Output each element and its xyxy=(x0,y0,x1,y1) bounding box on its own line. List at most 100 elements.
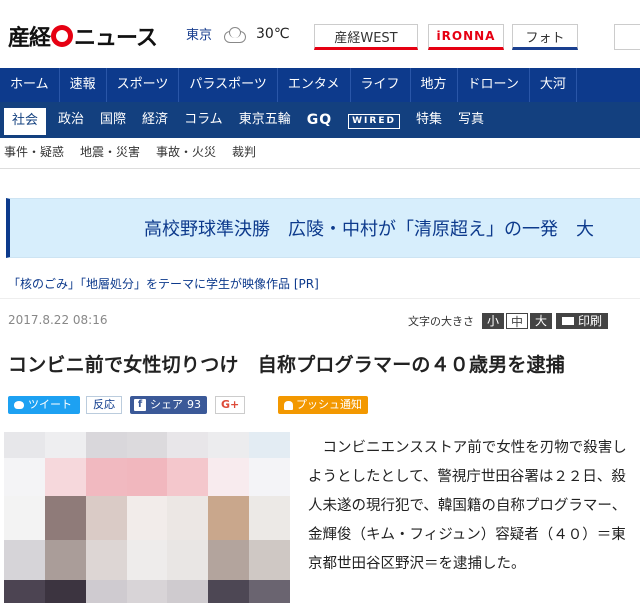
photo-link[interactable]: フォト xyxy=(512,24,578,50)
facebook-icon: f xyxy=(134,399,146,411)
mosaic-tile xyxy=(126,540,168,580)
mosaic-tile xyxy=(126,580,168,603)
article-photo-mosaic[interactable] xyxy=(4,432,290,603)
nav-item-economy[interactable]: 経済 xyxy=(134,102,176,135)
mosaic-tile xyxy=(4,496,45,540)
mosaic-tile xyxy=(167,540,209,580)
tweet-label: ツイート xyxy=(28,398,72,411)
divider xyxy=(0,298,640,299)
nav-item-drone[interactable]: ドローン xyxy=(458,68,530,102)
article-headline: コンビニ前で女性切りつけ 自称プログラマーの４０歳男を逮捕 xyxy=(8,354,565,376)
nav-item-society[interactable]: 社会 xyxy=(4,108,47,135)
nav-item-features[interactable]: 特集 xyxy=(408,102,450,135)
sankei-west-link[interactable]: 産経WEST xyxy=(314,24,418,50)
subnav-item-incidents[interactable]: 事件・疑惑 xyxy=(0,141,76,168)
nav-item-entertainment[interactable]: エンタメ xyxy=(278,68,351,102)
facebook-share-button[interactable]: f シェア 93 xyxy=(130,396,207,414)
tweet-button[interactable]: ツイート xyxy=(8,396,80,414)
push-notification-button[interactable]: プッシュ通知 xyxy=(278,396,368,414)
secondary-nav: 社会 政治 国際 経済 コラム 東京五輪 GQ WIRED 特集 写真 xyxy=(0,102,640,138)
weather-city: 東京 xyxy=(186,28,213,43)
nav-item-breaking[interactable]: 速報 xyxy=(60,68,107,102)
mosaic-tile xyxy=(44,580,86,603)
mosaic-tile xyxy=(44,540,86,580)
subnav-item-accidents[interactable]: 事故・火災 xyxy=(152,141,228,168)
subnav-item-disasters[interactable]: 地震・災害 xyxy=(76,141,152,168)
headline-banner[interactable]: 高校野球準決勝 広陵・中村が「清原超え」の一発 大 xyxy=(6,198,640,258)
weather-widget[interactable]: 東京 30℃ xyxy=(186,24,290,44)
weather-temperature: 30℃ xyxy=(256,25,290,42)
print-label: 印刷 xyxy=(578,314,603,328)
nav-item-politics[interactable]: 政治 xyxy=(50,102,92,135)
mosaic-tile xyxy=(126,496,168,540)
ironna-link[interactable]: iRONNA xyxy=(428,24,504,50)
mosaic-tile xyxy=(85,496,127,540)
font-large-button[interactable]: 大 xyxy=(530,313,552,329)
mosaic-tile xyxy=(85,580,127,603)
logo-sun-icon xyxy=(51,25,74,47)
google-plus-button[interactable]: G+ xyxy=(215,396,246,414)
mosaic-tile xyxy=(208,580,250,603)
nav-item-wired[interactable]: WIRED xyxy=(340,102,408,135)
site-logo[interactable]: 産経 ニュース xyxy=(8,20,158,52)
twitter-bird-icon xyxy=(14,401,24,409)
nav-item-photos[interactable]: 写真 xyxy=(450,102,492,135)
logo-text-left: 産経 xyxy=(8,26,51,51)
print-button[interactable]: 印刷 xyxy=(556,313,609,329)
site-header: 産経 ニュース 東京 30℃ 産経WEST iRONNA フォト xyxy=(0,0,640,68)
primary-nav: ホーム 速報 スポーツ パラスポーツ エンタメ ライフ 地方 ドローン 大河 xyxy=(0,68,640,102)
nav-item-sports[interactable]: スポーツ xyxy=(107,68,180,102)
mosaic-tile xyxy=(249,580,290,603)
nav-item-regional[interactable]: 地方 xyxy=(411,68,458,102)
mosaic-tile xyxy=(167,432,209,458)
logo-text-right: ニュース xyxy=(74,26,158,51)
nav-item-parasports[interactable]: パラスポーツ xyxy=(179,68,278,102)
mosaic-tile xyxy=(208,496,250,540)
font-medium-button[interactable]: 中 xyxy=(506,313,528,329)
article-body: コンビニエンスストア前で女性を刃物で殺害しようとしたとして、警視庁世田谷署は２２… xyxy=(308,440,627,572)
facebook-share-count: 93 xyxy=(187,398,201,411)
mosaic-tile xyxy=(4,432,45,458)
mosaic-tile xyxy=(167,458,209,496)
mosaic-tile xyxy=(167,496,209,540)
article-date: 2017.8.22 08:16 xyxy=(8,313,108,327)
font-size-label: 文字の大きさ xyxy=(408,315,474,328)
nav-item-international[interactable]: 国際 xyxy=(92,102,134,135)
sub-nav: 事件・疑惑 地震・災害 事故・火災 裁判 xyxy=(0,141,640,169)
bell-icon xyxy=(284,400,293,410)
mosaic-tile xyxy=(249,540,290,580)
print-icon xyxy=(562,317,574,325)
react-button[interactable]: 反応 xyxy=(86,396,122,414)
pr-link[interactable]: 「核のごみ」「地層処分」をテーマに学生が映像作品 [PR] xyxy=(8,275,319,292)
wired-logo: WIRED xyxy=(348,114,400,129)
mosaic-tile xyxy=(85,540,127,580)
mosaic-tile xyxy=(4,540,45,580)
nav-item-life[interactable]: ライフ xyxy=(351,68,411,102)
mosaic-tile xyxy=(249,458,290,496)
font-size-controls: 文字の大きさ 小 中 大 印刷 xyxy=(408,313,609,329)
font-small-button[interactable]: 小 xyxy=(482,313,504,329)
facebook-share-label: シェア xyxy=(150,398,183,411)
share-bar: ツイート 反応 f シェア 93 G+ xyxy=(8,396,246,414)
mosaic-tile xyxy=(85,432,127,458)
nav-item-home[interactable]: ホーム xyxy=(0,68,60,102)
cloud-icon xyxy=(222,26,247,43)
push-label: プッシュ通知 xyxy=(296,398,362,411)
mosaic-tile xyxy=(85,458,127,496)
nav-item-column[interactable]: コラム xyxy=(176,102,231,135)
nav-item-gq[interactable]: GQ xyxy=(299,102,340,135)
mosaic-tile xyxy=(44,496,86,540)
mosaic-tile xyxy=(44,432,86,458)
mosaic-tile xyxy=(249,432,290,458)
mosaic-tile xyxy=(4,458,45,496)
subnav-item-trials[interactable]: 裁判 xyxy=(228,141,268,168)
nav-item-tokyo-olympics[interactable]: 東京五輪 xyxy=(231,102,299,135)
search-input[interactable] xyxy=(614,24,640,50)
mosaic-tile xyxy=(208,458,250,496)
mosaic-tile xyxy=(208,432,250,458)
mosaic-tile xyxy=(44,458,86,496)
mosaic-tile xyxy=(208,540,250,580)
mosaic-tile xyxy=(4,580,45,603)
nav-item-taiga[interactable]: 大河 xyxy=(530,68,577,102)
banner-text: 高校野球準決勝 広陵・中村が「清原超え」の一発 大 xyxy=(144,219,594,240)
